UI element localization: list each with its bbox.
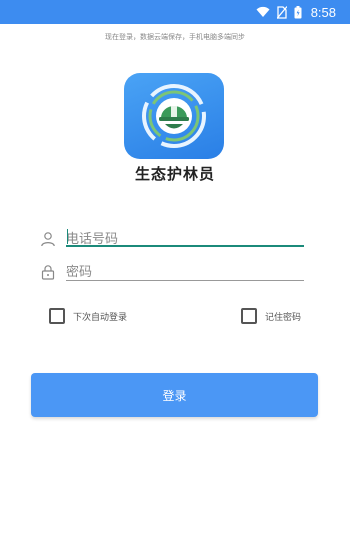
password-underline [66,280,304,281]
text-caret [67,229,68,244]
auto-login-box[interactable] [49,308,65,324]
lock-icon [38,262,58,282]
auto-login-checkbox[interactable]: 下次自动登录 [49,308,127,324]
phone-underline [66,245,304,247]
login-button[interactable]: 登录 [31,373,318,417]
user-icon [38,229,58,249]
forest-ranger-helmet-logo-icon [142,84,206,148]
no-sim-icon [276,5,287,19]
phone-field[interactable] [38,227,304,251]
auto-login-label: 下次自动登录 [73,312,128,323]
wifi-icon [256,6,270,18]
app-name: 生态护林员 [134,165,215,183]
app-logo [124,73,224,159]
remember-password-label: 记住密码 [265,312,302,323]
status-bar: 8:58 [0,0,350,24]
battery-icon [294,5,302,19]
remember-password-box[interactable] [241,308,257,324]
top-notice: 现在登录，数据云端保存，手机电脑多端同步 [105,33,245,41]
remember-password-checkbox[interactable]: 记住密码 [241,308,301,324]
status-time: 8:58 [310,4,336,20]
